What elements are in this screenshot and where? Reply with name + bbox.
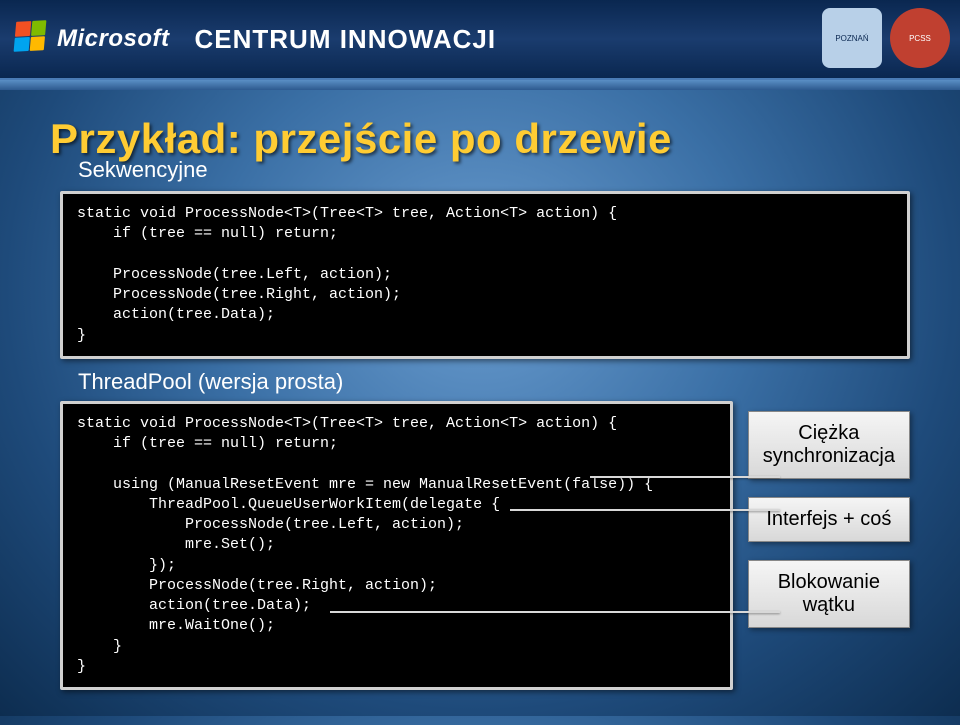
connector-line-3 bbox=[330, 611, 780, 613]
callouts-column: Ciężka synchronizacja Interfejs + coś Bl… bbox=[748, 411, 910, 628]
callout-blocking-line2: wątku bbox=[763, 594, 895, 617]
badge-poznan: POZNAŃ bbox=[822, 8, 882, 68]
threadpool-row: static void ProcessNode<T>(Tree<T> tree,… bbox=[50, 401, 910, 700]
callout-interface: Interfejs + coś bbox=[748, 497, 910, 542]
code-block-sequential: static void ProcessNode<T>(Tree<T> tree,… bbox=[60, 191, 910, 359]
connector-line-1 bbox=[590, 476, 780, 478]
callout-sync: Ciężka synchronizacja bbox=[748, 411, 910, 479]
microsoft-wordmark: Microsoft bbox=[57, 25, 170, 53]
callout-sync-line2: synchronizacja bbox=[763, 445, 895, 468]
slide-content: Przykład: przejście po drzewie Sekwencyj… bbox=[0, 90, 960, 725]
microsoft-logo: Microsoft bbox=[15, 21, 170, 57]
callout-sync-line1: Ciężka bbox=[763, 422, 895, 445]
header-bar: Microsoft CENTRUM INNOWACJI POZNAŃ PCSS bbox=[0, 0, 960, 80]
callout-blocking-line1: Blokowanie bbox=[763, 571, 895, 594]
slide-title: Przykład: przejście po drzewie bbox=[50, 115, 910, 163]
header-center-title: CENTRUM INNOWACJI bbox=[195, 24, 497, 55]
windows-flag-icon bbox=[15, 21, 51, 57]
code-block-threadpool: static void ProcessNode<T>(Tree<T> tree,… bbox=[60, 401, 733, 690]
partner-logos: POZNAŃ PCSS bbox=[822, 8, 950, 68]
badge-pcss: PCSS bbox=[890, 8, 950, 68]
subtitle-threadpool: ThreadPool (wersja prosta) bbox=[78, 369, 910, 395]
callout-blocking: Blokowanie wątku bbox=[748, 560, 910, 628]
divider-strip bbox=[0, 80, 960, 90]
connector-line-2 bbox=[510, 509, 780, 511]
